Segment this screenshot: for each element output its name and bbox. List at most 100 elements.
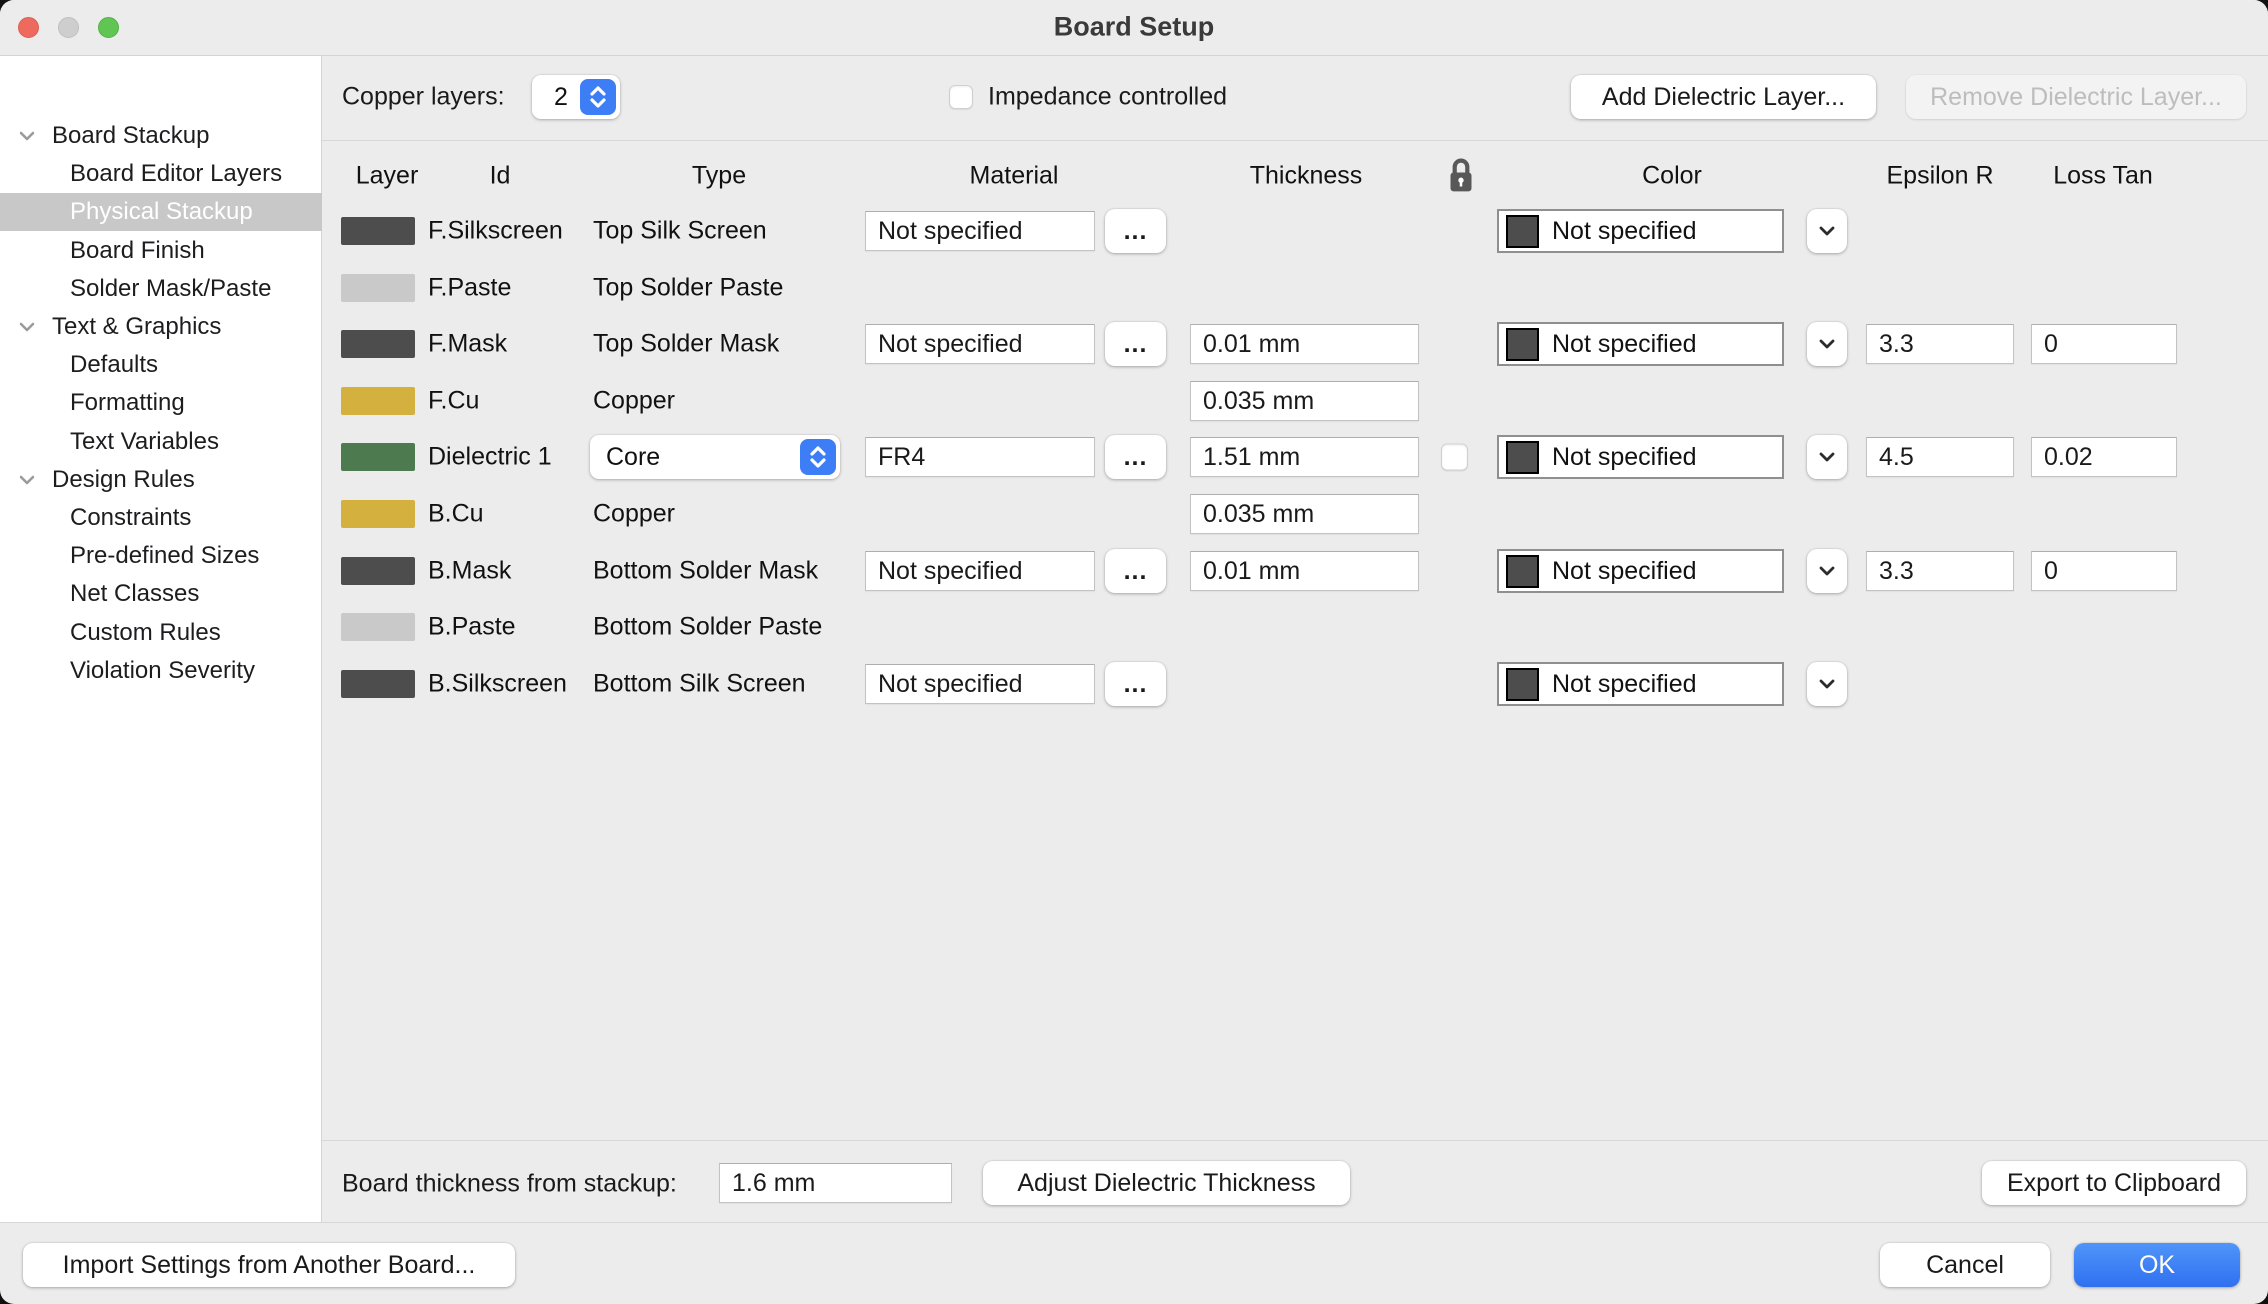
layer-id: B.Paste xyxy=(428,612,516,641)
layer-color-chip xyxy=(341,557,415,585)
minimize-icon xyxy=(58,17,79,38)
sidebar-item-board-finish[interactable]: Board Finish xyxy=(0,232,322,270)
loss-tan-field[interactable] xyxy=(2031,324,2177,364)
epsilon-r-field[interactable] xyxy=(1866,437,2014,477)
layer-type: Copper xyxy=(593,499,675,528)
thickness-field[interactable] xyxy=(1190,324,1419,364)
material-field[interactable] xyxy=(865,324,1095,364)
color-select[interactable]: Not specified xyxy=(1497,662,1784,706)
color-dropdown-button[interactable] xyxy=(1807,209,1847,253)
color-swatch xyxy=(1506,554,1539,588)
thickness-field[interactable] xyxy=(1190,551,1419,591)
ok-button[interactable]: OK xyxy=(2074,1243,2240,1287)
board-thickness-field[interactable] xyxy=(719,1163,952,1203)
epsilon-r-field[interactable] xyxy=(1866,551,2014,591)
sidebar-item-label: Defaults xyxy=(70,351,159,378)
board-thickness-label: Board thickness from stackup: xyxy=(342,1169,677,1198)
dielectric-type-select[interactable]: Core xyxy=(590,435,840,479)
layer-color-chip xyxy=(341,670,415,698)
remove-dielectric-layer-button: Remove Dielectric Layer... xyxy=(1906,75,2246,119)
sidebar-item-text-graphics[interactable]: Text & Graphics xyxy=(0,308,322,346)
layer-id: F.Mask xyxy=(428,329,508,358)
export-to-clipboard-button[interactable]: Export to Clipboard xyxy=(1982,1161,2246,1205)
thickness-field[interactable] xyxy=(1190,437,1419,477)
color-swatch xyxy=(1506,214,1539,248)
layer-color-chip xyxy=(341,387,415,415)
material-browse-button[interactable]: ... xyxy=(1105,662,1166,706)
chevron-down-icon[interactable] xyxy=(16,469,38,491)
material-field[interactable] xyxy=(865,211,1095,251)
zoom-icon[interactable] xyxy=(98,17,119,38)
sidebar-item-solder-mask-paste[interactable]: Solder Mask/Paste xyxy=(0,270,322,308)
material-field[interactable] xyxy=(865,664,1095,704)
dielectric-type-value: Core xyxy=(606,442,661,471)
material-field[interactable] xyxy=(865,551,1095,591)
material-browse-button[interactable]: ... xyxy=(1105,209,1166,253)
color-value: Not specified xyxy=(1552,216,1697,245)
copper-layers-value: 2 xyxy=(554,82,568,111)
thickness-lock-checkbox[interactable] xyxy=(1441,443,1468,471)
sidebar-item-label: Constraints xyxy=(70,504,192,531)
material-browse-button[interactable]: ... xyxy=(1105,549,1166,593)
color-select[interactable]: Not specified xyxy=(1497,435,1784,479)
add-dielectric-layer-button[interactable]: Add Dielectric Layer... xyxy=(1571,75,1876,119)
material-browse-button[interactable]: ... xyxy=(1105,322,1166,366)
adjust-dielectric-thickness-button[interactable]: Adjust Dielectric Thickness xyxy=(983,1161,1350,1205)
color-select[interactable]: Not specified xyxy=(1497,549,1784,593)
layer-color-chip xyxy=(341,330,415,358)
thickness-field[interactable] xyxy=(1190,494,1419,534)
color-value: Not specified xyxy=(1552,442,1697,471)
color-dropdown-button[interactable] xyxy=(1807,435,1847,479)
sidebar-item-label: Board Editor Layers xyxy=(70,160,283,187)
title-bar: Board Setup xyxy=(0,0,2268,56)
sidebar-item-design-rules[interactable]: Design Rules xyxy=(0,461,322,499)
material-browse-button[interactable]: ... xyxy=(1105,435,1166,479)
divider xyxy=(0,1222,2268,1223)
color-swatch xyxy=(1506,327,1539,361)
sidebar-item-label: Net Classes xyxy=(70,580,200,607)
sidebar-item-custom-rules[interactable]: Custom Rules xyxy=(0,614,322,652)
sidebar-item-violation-severity[interactable]: Violation Severity xyxy=(0,652,322,690)
sidebar-item-formatting[interactable]: Formatting xyxy=(0,384,322,422)
sidebar-item-label: Formatting xyxy=(70,389,185,416)
color-dropdown-button[interactable] xyxy=(1807,322,1847,366)
chevron-down-icon[interactable] xyxy=(16,125,38,147)
sidebar-item-defaults[interactable]: Defaults xyxy=(0,346,322,384)
sidebar-item-constraints[interactable]: Constraints xyxy=(0,499,322,537)
close-icon[interactable] xyxy=(18,17,39,38)
sidebar-item-board-stackup[interactable]: Board Stackup xyxy=(0,117,322,155)
layer-color-chip xyxy=(341,613,415,641)
column-header-material: Material xyxy=(969,161,1059,190)
color-dropdown-button[interactable] xyxy=(1807,662,1847,706)
sidebar-item-net-classes[interactable]: Net Classes xyxy=(0,575,322,613)
color-value: Not specified xyxy=(1552,669,1697,698)
sidebar-item-text-variables[interactable]: Text Variables xyxy=(0,423,322,461)
color-dropdown-button[interactable] xyxy=(1807,549,1847,593)
sidebar-item-board-editor-layers[interactable]: Board Editor Layers xyxy=(0,155,322,193)
stepper-icon[interactable] xyxy=(580,79,616,115)
loss-tan-field[interactable] xyxy=(2031,551,2177,591)
settings-nav-tree: Board Stackup Board Editor Layers Physic… xyxy=(0,56,322,1222)
sidebar-item-physical-stackup[interactable]: Physical Stackup xyxy=(0,193,322,231)
cancel-button[interactable]: Cancel xyxy=(1880,1243,2050,1287)
column-header-epsilon: Epsilon R xyxy=(1886,161,1994,190)
copper-layers-select[interactable]: 2 xyxy=(532,75,620,119)
loss-tan-field[interactable] xyxy=(2031,437,2177,477)
copper-layers-label: Copper layers: xyxy=(342,82,505,111)
sidebar-item-pre-defined-sizes[interactable]: Pre-defined Sizes xyxy=(0,537,322,575)
material-field[interactable] xyxy=(865,437,1095,477)
color-select[interactable]: Not specified xyxy=(1497,322,1784,366)
layer-type: Bottom Solder Paste xyxy=(593,612,823,641)
color-select[interactable]: Not specified xyxy=(1497,209,1784,253)
sidebar-item-label: Pre-defined Sizes xyxy=(70,542,260,569)
layer-id: B.Cu xyxy=(428,499,484,528)
epsilon-r-field[interactable] xyxy=(1866,324,2014,364)
board-setup-dialog: Board Setup Board Stackup Board Editor L… xyxy=(0,0,2268,1304)
layer-id: F.Cu xyxy=(428,386,480,415)
impedance-controlled-checkbox[interactable] xyxy=(949,85,973,109)
chevron-down-icon[interactable] xyxy=(16,316,38,338)
color-value: Not specified xyxy=(1552,556,1697,585)
import-settings-button[interactable]: Import Settings from Another Board... xyxy=(23,1243,515,1287)
sidebar-item-label: Text Variables xyxy=(70,428,219,455)
thickness-field[interactable] xyxy=(1190,381,1419,421)
